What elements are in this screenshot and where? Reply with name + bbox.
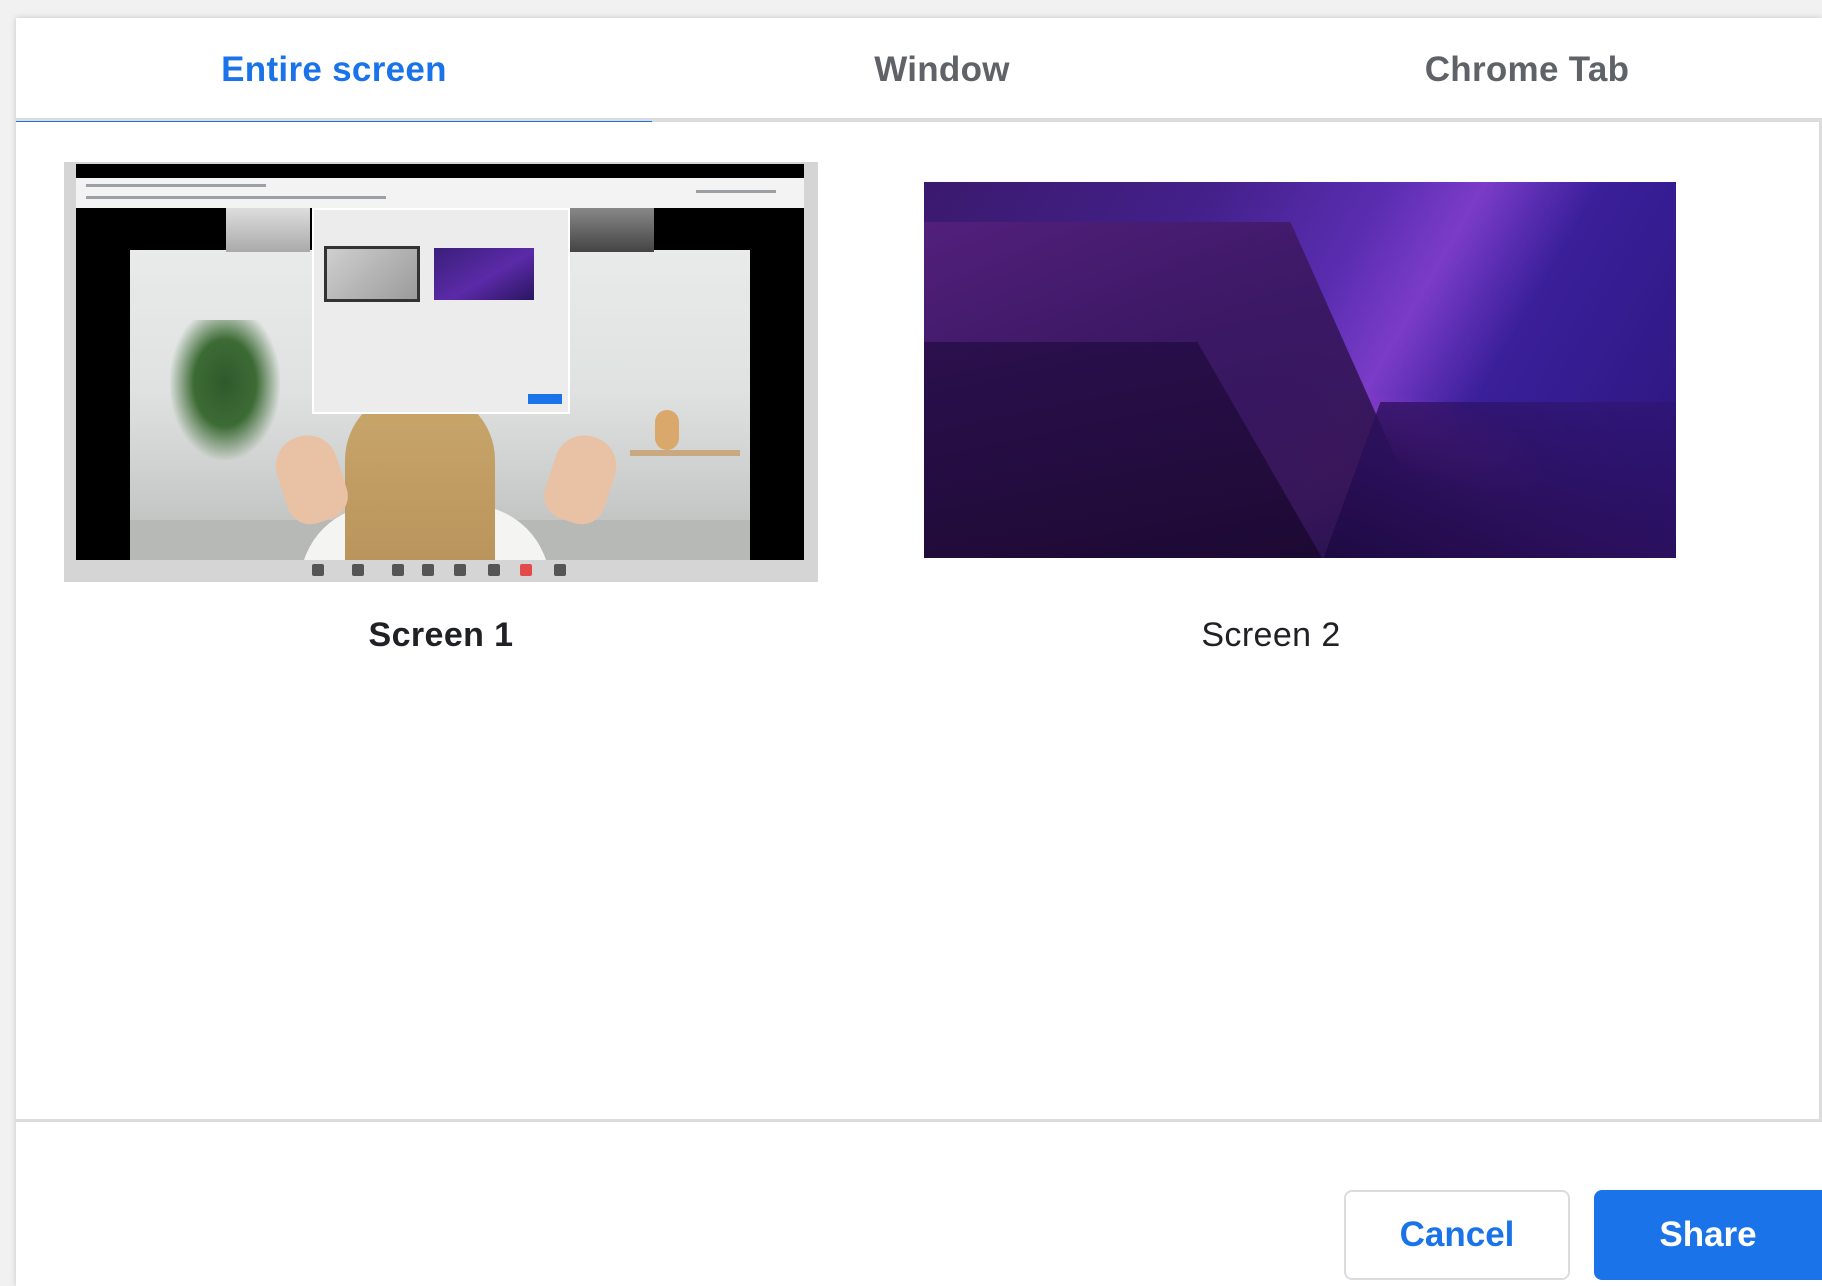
screen-1-label: Screen 1 (368, 616, 514, 654)
source-tabs: Entire screen Window Chrome Tab (16, 18, 1822, 126)
tab-entire-screen[interactable]: Entire screen (16, 18, 652, 126)
screen-2-label: Screen 2 (1201, 616, 1341, 654)
screen-1-preview-image (76, 164, 804, 560)
share-button[interactable]: Share (1594, 1190, 1822, 1280)
source-list-panel: Screen 1 Screen 2 (16, 122, 1822, 1122)
screen-2-thumbnail[interactable] (894, 162, 1676, 582)
cancel-button[interactable]: Cancel (1344, 1190, 1570, 1280)
tab-chrome-tab[interactable]: Chrome Tab (1232, 18, 1822, 122)
participant-tile-graphic (570, 208, 654, 252)
meeting-controls-graphic (64, 560, 818, 582)
participant-tile-graphic (226, 208, 310, 252)
screen-share-dialog: Entire screen Window Chrome Tab Screen 1… (16, 18, 1822, 1286)
screen-2-preview-image (924, 182, 1676, 558)
screen-1-thumbnail[interactable] (64, 162, 818, 582)
tab-window[interactable]: Window (652, 18, 1232, 122)
nested-dialog-graphic (312, 208, 570, 414)
browser-toolbar-graphic (76, 178, 804, 208)
source-screen-1[interactable]: Screen 1 (64, 162, 818, 654)
source-screen-2[interactable]: Screen 2 (894, 162, 1676, 654)
